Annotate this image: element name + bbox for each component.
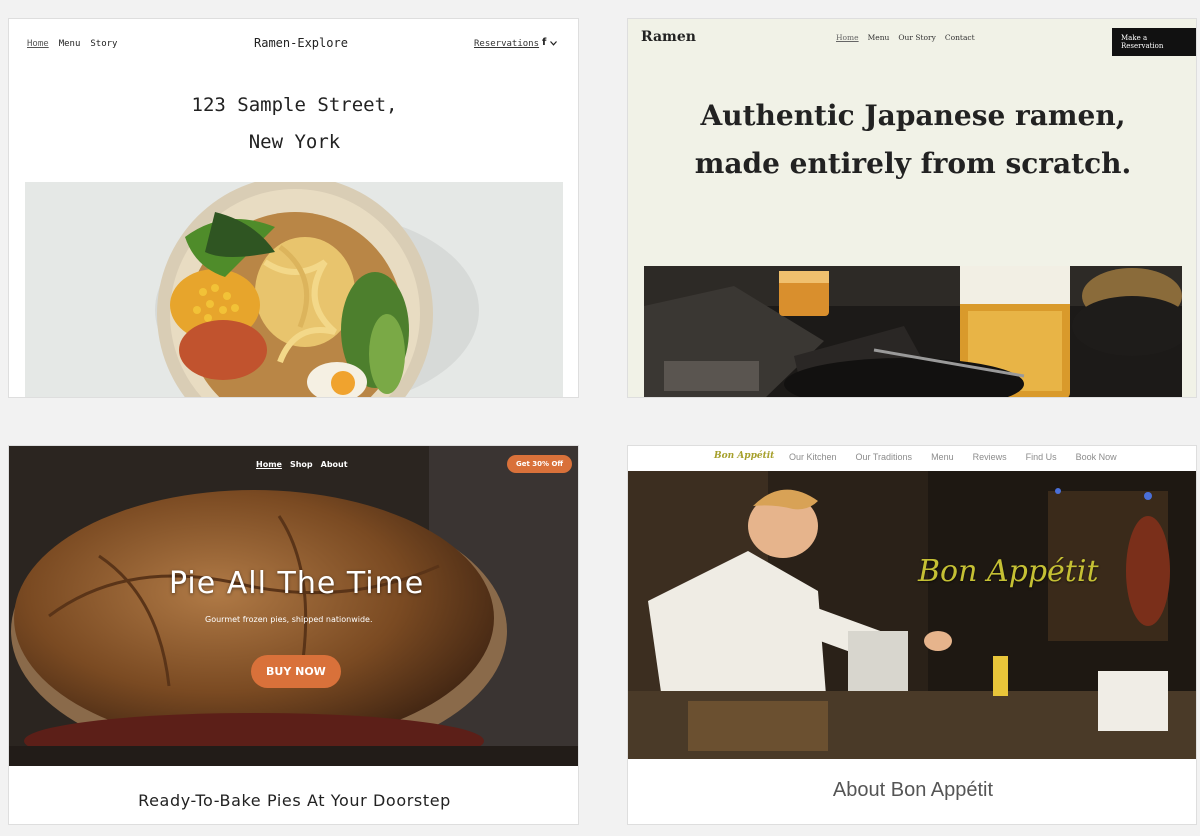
bon-appetit-template-card[interactable]: Bon Appétit Our Kitchen Our Traditions Men…	[627, 445, 1197, 825]
nav-story-link[interactable]: Story	[90, 39, 117, 49]
nav-shop-link[interactable]: Shop	[290, 460, 313, 469]
promo-button[interactable]: Get 30% Off	[507, 455, 573, 473]
hero-title: Bon Appétit	[918, 554, 1099, 589]
nav-contact-link[interactable]: Contact	[945, 33, 975, 42]
site-logo[interactable]: Ramen	[641, 29, 696, 45]
hero-title: Pie All The Time	[169, 566, 425, 601]
make-reservation-button[interactable]: Make a Reservation	[1112, 28, 1196, 56]
pie-hero-image	[9, 446, 578, 766]
about-heading: About Bon Appétit	[832, 779, 994, 801]
pie-nav: Home Shop About	[256, 460, 356, 469]
nav-book-now-link[interactable]: Book Now	[1076, 452, 1117, 462]
headline-line2: made entirely from scratch.	[694, 147, 1132, 180]
nav-menu-link[interactable]: Menu	[59, 39, 81, 49]
site-logo[interactable]: Bon Appétit	[714, 451, 774, 461]
reservations-link[interactable]: Reservations	[474, 39, 539, 49]
nav-menu-link[interactable]: Menu	[931, 452, 954, 462]
nav-home-link[interactable]: Home	[256, 460, 282, 469]
nav-our-traditions-link[interactable]: Our Traditions	[856, 452, 913, 462]
nav-our-kitchen-link[interactable]: Our Kitchen	[789, 452, 837, 462]
restaurant-table-image	[644, 266, 1182, 397]
nav-home-link[interactable]: Home	[836, 33, 859, 42]
ramen-explore-nav: Home Menu Story	[27, 39, 127, 49]
nav-find-us-link[interactable]: Find Us	[1026, 452, 1057, 462]
ramen-nav: Home Menu Our Story Contact	[836, 33, 984, 42]
pie-template-card[interactable]: Home Shop About Get 30% Off Pie All The Ti…	[8, 445, 579, 825]
nav-home-link[interactable]: Home	[27, 39, 49, 49]
headline-line1: Authentic Japanese ramen,	[700, 99, 1126, 132]
nav-reviews-link[interactable]: Reviews	[973, 452, 1007, 462]
address-line2: New York	[248, 131, 341, 153]
nav-our-story-link[interactable]: Our Story	[898, 33, 935, 42]
ramen-template-card[interactable]: Ramen Home Menu Our Story Contact Make a Re…	[627, 18, 1197, 398]
buy-now-button[interactable]: BUY NOW	[251, 655, 341, 688]
address-line1: 123 Sample Street,	[191, 94, 398, 116]
chef-kitchen-image	[628, 471, 1196, 759]
hero-headline: Authentic Japanese ramen, made entirely …	[628, 92, 1196, 188]
facebook-icon[interactable]: f	[542, 37, 546, 48]
ramen-explore-template-card[interactable]: Home Menu Story Ramen-Explore Reservations…	[8, 18, 579, 398]
section-heading: Ready-To-Bake Pies At Your Doorstep	[138, 791, 451, 810]
hero-subtitle: Gourmet frozen pies, shipped nationwide.	[205, 615, 373, 624]
nav-about-link[interactable]: About	[321, 460, 348, 469]
address-heading: 123 Sample Street, New York	[9, 87, 578, 161]
nav-menu-link[interactable]: Menu	[868, 33, 890, 42]
site-logo[interactable]: Ramen-Explore	[254, 36, 348, 50]
ramen-bowl-image	[25, 182, 563, 397]
bon-appetit-nav: Our Kitchen Our Traditions Menu Reviews Find…	[789, 452, 1136, 462]
chevron-down-icon[interactable]	[550, 41, 557, 46]
